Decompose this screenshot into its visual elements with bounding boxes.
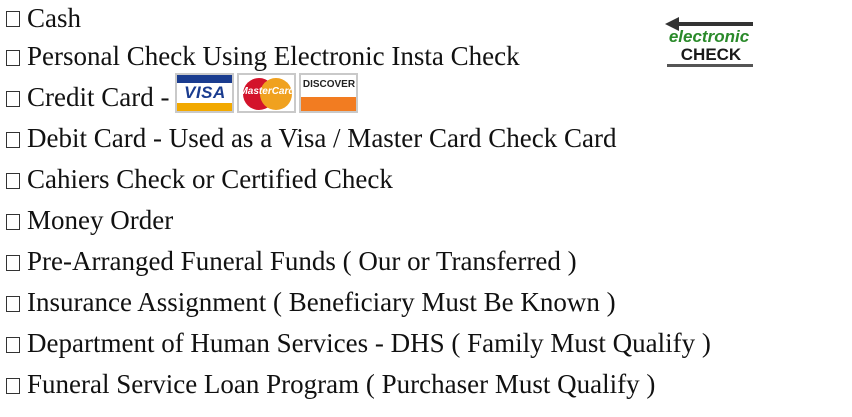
checkbox-icon[interactable] xyxy=(6,131,20,148)
payment-option-label: Insurance Assignment ( Beneficiary Must … xyxy=(27,287,616,317)
echeck-bottom-text: CHECK xyxy=(681,45,742,64)
card-logos: VISA MasterCard DISCOVER NETWORK xyxy=(175,72,361,113)
checkbox-icon[interactable] xyxy=(6,377,20,394)
mastercard-logo: MasterCard xyxy=(237,72,297,113)
visa-logo-text: VISA xyxy=(184,82,226,102)
checkbox-icon[interactable] xyxy=(6,213,20,230)
payment-option-label: Cahiers Check or Certified Check xyxy=(27,164,393,194)
checkbox-icon[interactable] xyxy=(6,90,20,107)
payment-option-money-order: Money Order xyxy=(6,200,852,241)
payment-option-label: Cash xyxy=(27,3,81,33)
discover-logo-text: DISCOVER xyxy=(302,78,356,90)
payment-option-prearranged-funds: Pre-Arranged Funeral Funds ( Our or Tran… xyxy=(6,241,852,282)
payment-option-dhs: Department of Human Services - DHS ( Fam… xyxy=(6,323,852,364)
payment-option-insurance-assignment: Insurance Assignment ( Beneficiary Must … xyxy=(6,282,852,323)
payment-option-label: Pre-Arranged Funeral Funds ( Our or Tran… xyxy=(27,246,577,276)
payment-option-debit-card: Debit Card - Used as a Visa / Master Car… xyxy=(6,118,852,159)
payment-option-label: Debit Card - Used as a Visa / Master Car… xyxy=(27,123,617,153)
payment-option-label: Money Order xyxy=(27,205,174,235)
checkbox-icon[interactable] xyxy=(6,11,20,27)
checkbox-icon[interactable] xyxy=(6,254,20,271)
echeck-top-text: electronic xyxy=(669,27,750,46)
payment-option-label: Department of Human Services - DHS ( Fam… xyxy=(27,328,711,358)
payment-option-cashiers-check: Cahiers Check or Certified Check xyxy=(6,159,852,200)
checkbox-icon[interactable] xyxy=(6,295,20,312)
checkbox-icon[interactable] xyxy=(6,336,20,353)
visa-logo: VISA xyxy=(175,72,235,113)
payment-option-label: Funeral Service Loan Program ( Purchaser… xyxy=(27,369,656,399)
payment-option-label: Personal Check Using Electronic Insta Ch… xyxy=(27,41,520,71)
checkbox-icon[interactable] xyxy=(6,49,20,66)
electronic-check-logo: electronic CHECK xyxy=(665,17,753,67)
payment-option-credit-card: Credit Card - VISA MasterCard DISCOVER N… xyxy=(6,72,852,118)
mastercard-logo-text: MasterCard xyxy=(239,85,295,97)
checkbox-icon[interactable] xyxy=(6,172,20,189)
payment-option-loan-program: Funeral Service Loan Program ( Purchaser… xyxy=(6,364,852,405)
discover-logo: DISCOVER NETWORK xyxy=(299,72,359,113)
payment-option-label: Credit Card - xyxy=(27,82,170,112)
